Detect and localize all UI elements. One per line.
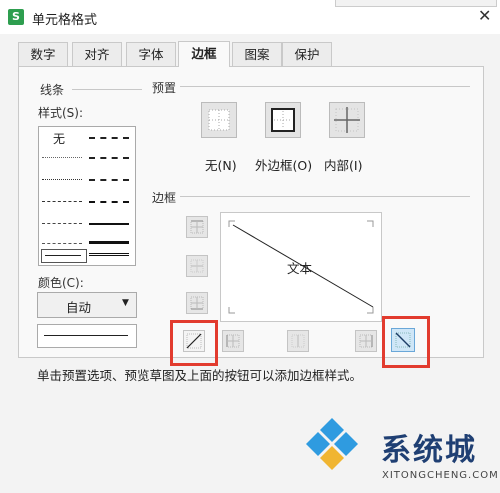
highlight-diagonal-down (382, 316, 430, 368)
line-preview-sample (37, 324, 137, 348)
watermark-brand: 系统城 (381, 433, 477, 468)
line-style-double[interactable] (89, 253, 129, 256)
line-group-divider (72, 89, 142, 90)
line-style-dash-dot-dot[interactable] (42, 201, 82, 202)
tab-protection[interactable]: 保护 (282, 42, 332, 66)
preset-inside-label: 内部(I) (324, 158, 363, 173)
line-style-dash-dot[interactable] (42, 223, 82, 224)
preset-outline-button[interactable] (265, 102, 301, 138)
border-group-divider (180, 196, 470, 197)
border-inside-horizontal-icon (190, 259, 204, 273)
watermark-url: XITONGCHENG.COM (382, 470, 499, 481)
preset-group-label: 预置 (152, 81, 177, 95)
highlight-diagonal-up (170, 320, 218, 366)
border-inside-vertical-icon (291, 334, 305, 348)
color-dropdown-value: 自动 (66, 300, 92, 315)
border-left-button[interactable] (222, 330, 244, 352)
line-style-medium-dash-dot[interactable] (89, 179, 129, 181)
close-icon[interactable]: ✕ (478, 6, 491, 25)
line-style-medium-dash-dot-dot[interactable] (89, 137, 129, 139)
border-right-icon (359, 334, 373, 348)
diamond-logo-icon (306, 418, 358, 470)
preview-text: 文本 (287, 261, 313, 276)
border-inside-horizontal-button[interactable] (186, 255, 208, 277)
tab-font[interactable]: 字体 (126, 42, 176, 66)
border-bottom-icon (190, 296, 204, 310)
line-group-label: 线条 (40, 83, 65, 97)
line-style-dashed[interactable] (42, 243, 82, 244)
color-label: 颜色(C): (38, 276, 84, 290)
border-group-label: 边框 (152, 191, 177, 205)
line-style-thin-selected[interactable] (41, 249, 87, 263)
tab-alignment[interactable]: 对齐 (72, 42, 122, 66)
line-style-list[interactable]: 无 (38, 126, 136, 266)
preset-outline-label: 外边框(O) (255, 158, 313, 173)
hint-text: 单击预置选项、预览草图及上面的按钮可以添加边框样式。 (37, 368, 363, 383)
tab-number[interactable]: 数字 (18, 42, 68, 66)
border-top-button[interactable] (186, 216, 208, 238)
preset-group-divider (180, 86, 470, 87)
border-bottom-button[interactable] (186, 292, 208, 314)
line-style-slant-dash-dot[interactable] (89, 157, 129, 159)
border-left-icon (226, 334, 240, 348)
border-top-icon (190, 220, 204, 234)
border-inside-vertical-button[interactable] (287, 330, 309, 352)
line-style-dotted[interactable] (42, 179, 82, 180)
app-icon: S (8, 9, 24, 25)
preset-none-icon (208, 109, 230, 131)
preset-none-button[interactable] (201, 102, 237, 138)
dialog-title: 单元格格式 (32, 13, 98, 28)
preset-none-label: 无(N) (205, 158, 237, 173)
line-style-thick[interactable] (89, 241, 129, 244)
color-dropdown[interactable]: 自动 ▼ (37, 292, 137, 318)
line-style-none[interactable]: 无 (53, 130, 65, 147)
line-style-medium-dashed[interactable] (89, 201, 129, 203)
preset-inside-button[interactable] (329, 102, 365, 138)
line-style-hair[interactable] (42, 157, 82, 158)
border-preview[interactable]: 文本 (220, 212, 382, 322)
preset-outline-icon (271, 108, 295, 132)
tab-border[interactable]: 边框 (178, 41, 230, 67)
border-right-button[interactable] (355, 330, 377, 352)
line-style-medium[interactable] (89, 223, 129, 225)
style-label: 样式(S): (38, 106, 84, 120)
preset-inside-icon (334, 107, 360, 133)
background-window-strip (335, 0, 497, 7)
chevron-down-icon: ▼ (122, 298, 129, 308)
tab-pattern[interactable]: 图案 (232, 42, 282, 66)
